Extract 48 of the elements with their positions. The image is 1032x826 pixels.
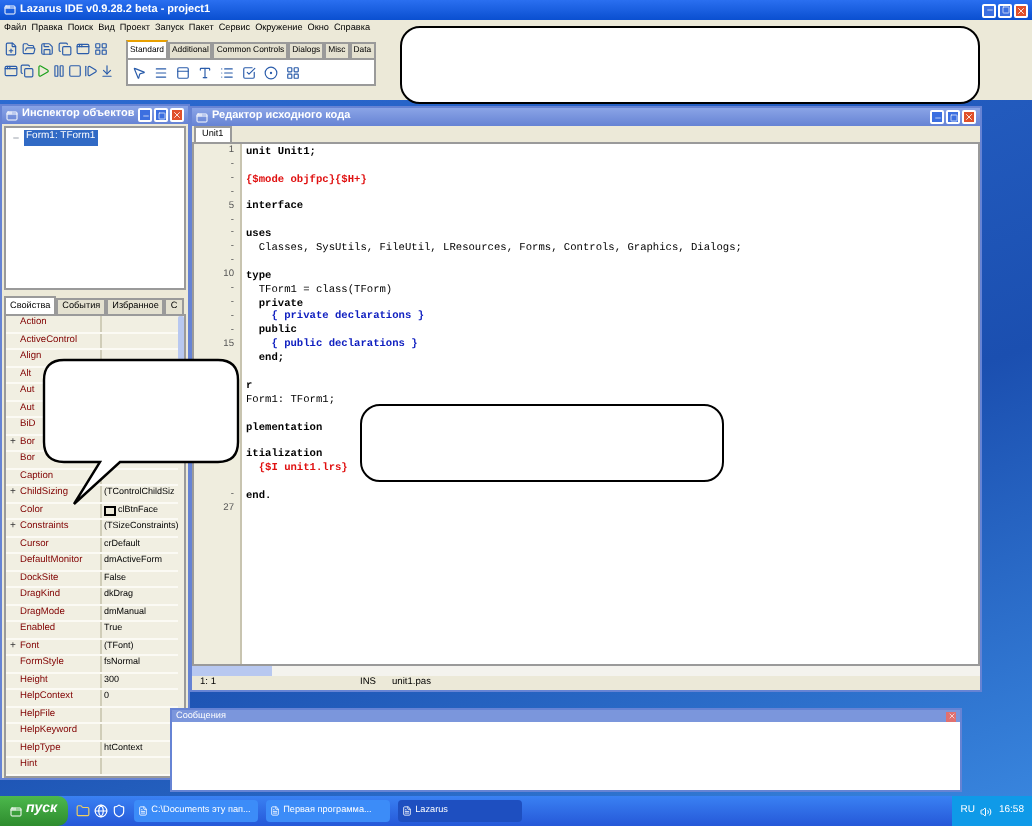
copy-icon[interactable]	[58, 42, 72, 56]
document-icon	[401, 806, 412, 816]
save-icon[interactable]	[40, 42, 54, 56]
window-icon[interactable]	[76, 42, 90, 56]
list-icon[interactable]	[220, 65, 234, 79]
grid-icon[interactable]	[94, 42, 108, 56]
scrollbar-thumb[interactable]	[178, 316, 184, 360]
folder-icon[interactable]	[22, 42, 36, 56]
maximize-button[interactable]	[154, 108, 168, 122]
pointer-icon[interactable]	[132, 65, 146, 79]
document-icon	[269, 806, 280, 816]
document-icon	[137, 806, 148, 816]
panel-icon[interactable]	[176, 65, 190, 79]
minimize-icon	[985, 6, 993, 14]
minimize-button[interactable]	[138, 108, 152, 122]
text-icon[interactable]	[198, 65, 212, 79]
maximize-button[interactable]	[946, 110, 960, 124]
checkbox-icon[interactable]	[242, 65, 256, 79]
app-icon	[196, 111, 208, 123]
play-icon[interactable]	[36, 64, 50, 78]
globe-icon[interactable]	[93, 804, 108, 818]
close-button[interactable]	[962, 110, 976, 124]
minimize-icon	[933, 113, 941, 121]
close-button[interactable]	[1014, 3, 1028, 17]
maximize-icon	[157, 111, 165, 119]
step-icon[interactable]	[84, 64, 98, 78]
window-icon	[10, 805, 22, 817]
minimize-button[interactable]	[982, 3, 996, 17]
minimize-icon	[141, 111, 149, 119]
pause-icon[interactable]	[52, 64, 66, 78]
speaker-icon[interactable]	[980, 805, 993, 817]
app-icon	[6, 109, 18, 121]
maximize-button[interactable]	[998, 3, 1012, 17]
shield-icon[interactable]	[111, 804, 126, 818]
horizontal-scrollbar[interactable]	[192, 666, 980, 676]
menu-icon[interactable]	[154, 65, 168, 79]
new-file-icon[interactable]	[4, 42, 18, 56]
copy-icon[interactable]	[20, 64, 34, 78]
grid-icon[interactable]	[286, 65, 300, 79]
step-into-icon[interactable]	[100, 64, 114, 78]
stop-icon[interactable]	[68, 64, 82, 78]
maximize-icon	[949, 113, 957, 121]
close-button[interactable]	[170, 108, 184, 122]
maximize-icon	[1001, 6, 1009, 14]
app-icon	[4, 4, 16, 16]
window-icon[interactable]	[4, 64, 18, 78]
radio-icon[interactable]	[264, 65, 278, 79]
minimize-button[interactable]	[930, 110, 944, 124]
